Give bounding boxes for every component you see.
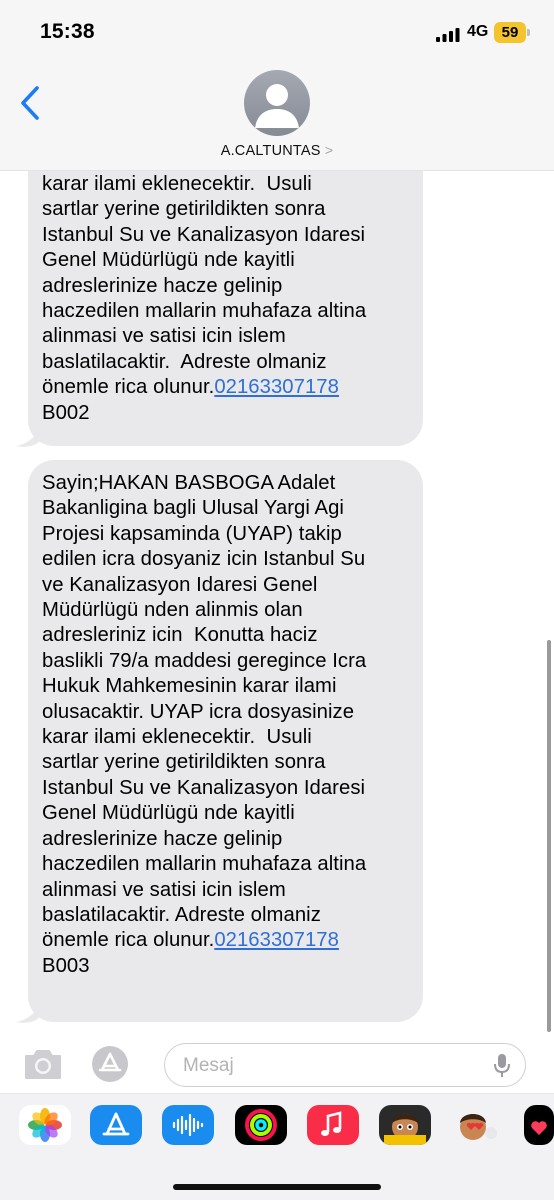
app-store-glyph bbox=[98, 1052, 122, 1072]
network-type: 4G bbox=[467, 23, 489, 40]
status-time: 15:38 bbox=[40, 20, 95, 43]
message-line: Genel Müdürlügü nde kayitli bbox=[42, 802, 295, 825]
cellular-signal-icon bbox=[436, 28, 460, 42]
message-line: sartlar yerine getirildikten sonra bbox=[42, 198, 326, 221]
audio-message-icon[interactable] bbox=[162, 1105, 214, 1145]
contact-name[interactable]: A.CALTUNTAS > bbox=[0, 142, 554, 159]
message-line: önemle rica olunur.02163307178 bbox=[42, 929, 339, 952]
memoji-stickers-icon[interactable] bbox=[451, 1105, 503, 1145]
message-line: baslikli 79/a maddesi geregince Icra bbox=[42, 649, 367, 672]
message-line: Müdürlügü nden alinmis olan bbox=[42, 599, 303, 622]
bubble-tail bbox=[16, 422, 42, 447]
message-code: B002 bbox=[42, 401, 90, 424]
phone-link[interactable]: 02163307178 bbox=[214, 929, 339, 951]
message-line: olusacaktir. UYAP icra dosyasinize bbox=[42, 700, 355, 723]
camera-icon[interactable] bbox=[22, 1046, 64, 1082]
battery-tip bbox=[527, 29, 530, 36]
activity-icon[interactable] bbox=[235, 1105, 287, 1145]
message-line: baslatilacaktir. Adreste olmaniz bbox=[42, 903, 321, 926]
message-line: baslatilacaktir. Adreste olmaniz bbox=[42, 350, 327, 373]
message-placeholder: Mesaj bbox=[183, 1055, 234, 1076]
message-line: önemle rica olunur.02163307178 bbox=[42, 376, 339, 399]
person-silhouette-icon bbox=[255, 84, 299, 128]
message-line: Sayin;HAKAN BASBOGA Adalet bbox=[42, 472, 336, 494]
memoji-icon[interactable] bbox=[379, 1105, 431, 1145]
message-code: B003 bbox=[42, 954, 90, 977]
message-line: Istanbul Su ve Kanalizasyon Idaresi bbox=[42, 776, 366, 799]
contact-name-label: A.CALTUNTAS bbox=[220, 143, 321, 159]
music-icon[interactable] bbox=[307, 1105, 359, 1145]
message-line: alinmasi ve satisi icin islem bbox=[42, 325, 286, 348]
app-store-icon[interactable] bbox=[90, 1105, 142, 1145]
app-store-icon[interactable] bbox=[92, 1046, 128, 1082]
message-line: karar ilami eklenecektir. Usuli bbox=[42, 173, 312, 195]
message-line: Projesi kapsaminda (UYAP) takip bbox=[42, 522, 342, 545]
conversation-header: 15:38 4G 59 A.CALTUNTAS > bbox=[0, 0, 554, 171]
message-line: edilen icra dosyaniz icin Istanbul Su bbox=[42, 548, 366, 571]
message-bubble[interactable]: Sayin;HAKAN BASBOGA Adalet Bakanligina ba… bbox=[28, 460, 423, 1022]
message-input[interactable]: Mesaj bbox=[164, 1043, 526, 1087]
home-indicator[interactable] bbox=[173, 1184, 381, 1190]
message-line: Istanbul Su ve Kanalizasyon Idaresi bbox=[42, 223, 366, 246]
message-text-2: Sayin;HAKAN BASBOGA Adalet Bakanligina ba… bbox=[42, 471, 366, 979]
chevron-left-icon[interactable] bbox=[18, 85, 42, 121]
message-line: Hukuk Mahkemesinin karar ilami bbox=[42, 675, 337, 698]
message-line: sartlar yerine getirildikten sonra bbox=[42, 751, 326, 774]
chevron-right-icon: > bbox=[324, 142, 334, 158]
message-bubble[interactable]: karar ilami eklenecektir. Usuli sartlar y… bbox=[28, 130, 423, 446]
message-text-1: karar ilami eklenecektir. Usuli sartlar y… bbox=[42, 172, 366, 426]
message-line: haczedilen mallarin muhafaza altina bbox=[42, 853, 367, 876]
message-line: alinmasi ve satisi icin islem bbox=[42, 878, 286, 901]
digital-touch-icon[interactable] bbox=[524, 1105, 554, 1145]
photos-icon[interactable] bbox=[19, 1105, 71, 1145]
message-line: haczedilen mallarin muhafaza altina bbox=[42, 300, 367, 323]
message-line: ve Kanalizasyon Idaresi Genel bbox=[42, 573, 318, 596]
scrollbar[interactable] bbox=[547, 640, 551, 1032]
message-line: adreslerinize hacze gelinip bbox=[42, 274, 283, 297]
microphone-icon[interactable] bbox=[493, 1053, 511, 1079]
bubble-tail bbox=[16, 998, 42, 1023]
message-line: adresleriniz icin Konutta haciz bbox=[42, 624, 318, 647]
battery-indicator: 59 bbox=[494, 22, 526, 43]
message-line: adreslerinize hacze gelinip bbox=[42, 827, 283, 850]
contact-avatar[interactable] bbox=[244, 70, 310, 136]
phone-link[interactable]: 02163307178 bbox=[214, 376, 339, 398]
message-line: karar ilami eklenecektir. Usuli bbox=[42, 726, 312, 749]
message-thread[interactable]: karar ilami eklenecektir. Usuli sartlar y… bbox=[0, 0, 554, 1200]
message-line: Genel Müdürlügü nde kayitli bbox=[42, 249, 295, 272]
message-line: Bakanligina bagli Ulusal Yargi Agi bbox=[42, 497, 344, 520]
